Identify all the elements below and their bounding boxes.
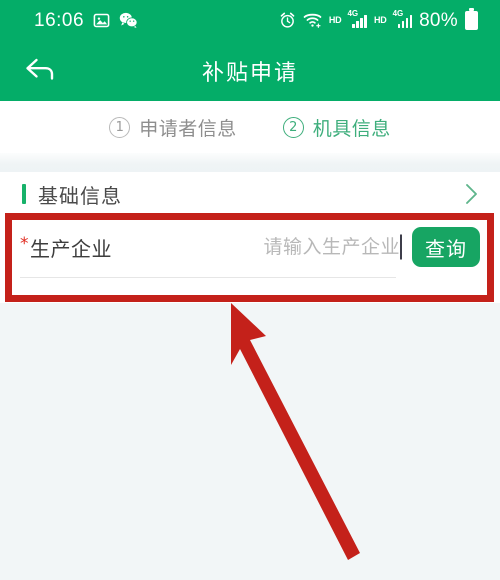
battery-icon: [465, 8, 478, 30]
status-clock: 16:06: [34, 9, 85, 31]
tab-applicant-info[interactable]: 1 申请者信息: [109, 114, 237, 141]
required-marker: *: [20, 233, 29, 254]
section-divider: [0, 153, 500, 172]
back-arrow-icon: [23, 55, 57, 88]
section-accent-bar: [22, 184, 26, 204]
hd-badge-icon-2: HD: [373, 14, 387, 25]
manufacturer-field-label: * 生产企业: [20, 233, 112, 262]
chevron-right-icon[interactable]: [462, 181, 482, 207]
wifi-icon: [303, 12, 322, 28]
step-label-2: 机具信息: [312, 117, 391, 140]
battery-percent-label: 80%: [419, 9, 458, 31]
back-button[interactable]: [14, 46, 66, 96]
alarm-clock-icon: [279, 12, 296, 29]
step-number-2: 2: [282, 116, 304, 138]
text-cursor: [400, 234, 402, 260]
signal-4g-icon: 4G: [347, 10, 367, 28]
section-header[interactable]: 基础信息: [0, 172, 500, 216]
page-title: 补贴申请: [201, 60, 298, 86]
status-bar-left: 16:06: [34, 11, 138, 30]
status-bar-right: HD 4G HD 4G 80%: [279, 8, 478, 31]
status-bar: 16:06 HD 4G HD 4G 80%: [0, 0, 500, 40]
step-label-1: 申请者信息: [139, 117, 237, 140]
manufacturer-label-text: 生产企业: [30, 236, 112, 261]
manufacturer-input[interactable]: [112, 236, 400, 258]
manufacturer-field-row: * 生产企业 查询: [0, 216, 500, 278]
field-underline: [20, 277, 396, 278]
app-header: 补贴申请: [0, 40, 500, 101]
signal-4g-icon-2: 4G: [393, 10, 413, 28]
step-number-1: 1: [109, 116, 131, 138]
manufacturer-input-wrap: [112, 234, 402, 260]
tab-machine-info[interactable]: 2 机具信息: [282, 114, 391, 141]
wechat-icon: [119, 12, 138, 28]
hd-badge-icon: HD: [328, 14, 342, 25]
step-tabs: 1 申请者信息 2 机具信息: [0, 101, 500, 153]
photos-icon: [93, 12, 110, 29]
section-title: 基础信息: [38, 183, 122, 208]
basic-info-card: 基础信息 * 生产企业 查询: [0, 172, 500, 303]
phone-screen: 16:06 HD 4G HD 4G 80% 补贴申请 1 申请者信息 2 机具信…: [0, 0, 500, 580]
query-button[interactable]: 查询: [412, 227, 480, 267]
